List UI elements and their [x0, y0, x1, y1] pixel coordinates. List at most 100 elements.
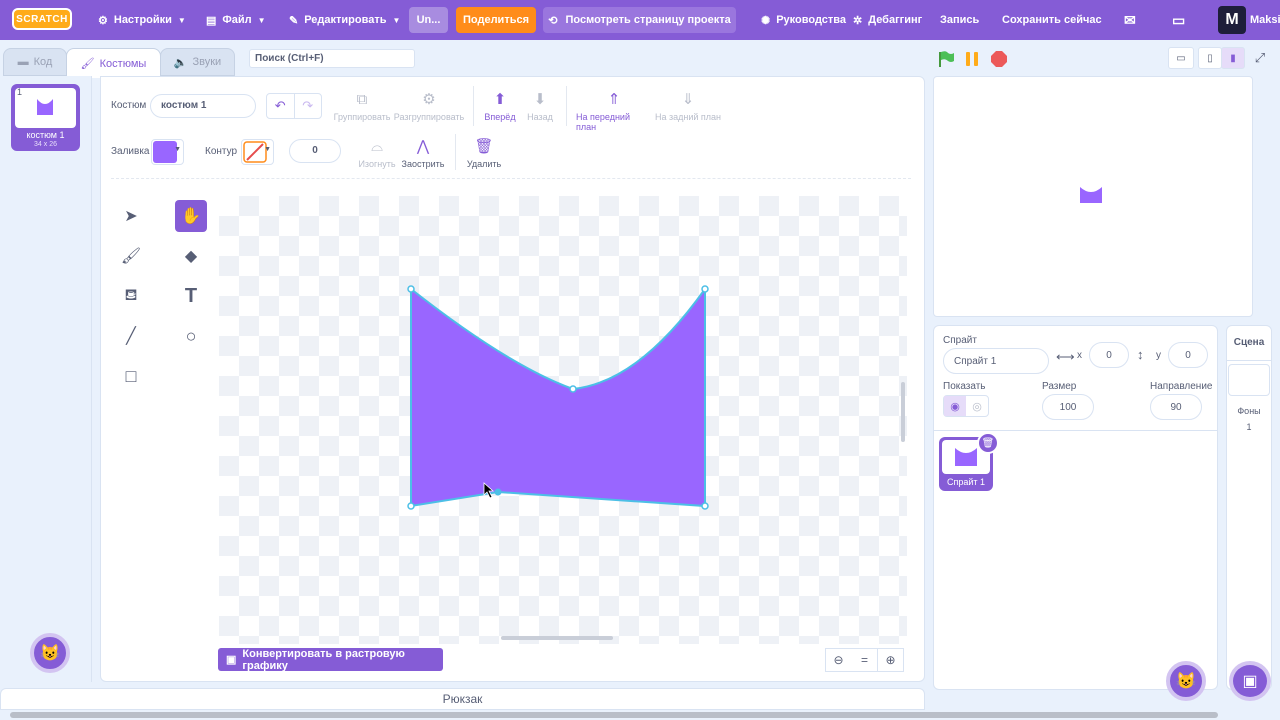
paint-canvas[interactable] — [219, 196, 907, 644]
reshape-icon[interactable]: ✋ — [175, 200, 207, 232]
tab-code[interactable]: ▬ Код — [3, 48, 67, 76]
stage[interactable] — [933, 76, 1253, 317]
save-now-menu[interactable]: Сохранить сейчас — [1002, 0, 1102, 40]
console-icon[interactable]: ▭ — [1168, 47, 1194, 69]
x-input[interactable]: 0 — [1089, 342, 1129, 368]
avatar[interactable]: M — [1218, 6, 1246, 34]
edit-menu[interactable]: ✎ Редактировать ▼ — [289, 0, 400, 40]
record-menu[interactable]: Запись — [940, 0, 979, 40]
scratch-logo[interactable]: SCRATCH — [12, 8, 72, 30]
lightbulb-icon: ✺ — [761, 14, 771, 27]
group-icon: ⧉ — [356, 91, 368, 108]
tab-sounds[interactable]: 🔈 Звуки — [160, 48, 235, 76]
curved-icon: ⌓ — [371, 138, 383, 155]
choose-sprite-button[interactable]: 😺 — [1166, 661, 1206, 701]
search-input[interactable]: Поиск (Ctrl+F) — [249, 49, 415, 68]
delete-label: Удалить — [466, 159, 502, 169]
eraser-icon[interactable]: ◆ — [175, 240, 207, 272]
anchor-point[interactable] — [701, 502, 709, 510]
group-button[interactable]: ⧉ Группировать — [334, 91, 391, 123]
brush-icon[interactable]: 🖌 — [115, 240, 147, 272]
divider — [1227, 360, 1271, 361]
divider — [934, 430, 1217, 431]
line-tool-icon[interactable]: ╱ — [115, 320, 147, 352]
fill-label: Заливка — [111, 146, 150, 157]
green-flag-icon[interactable] — [936, 49, 956, 69]
anchor-point[interactable] — [407, 285, 415, 293]
backdrop-thumbnail[interactable] — [1228, 364, 1270, 396]
tutorials-menu[interactable]: ✺ Руководства — [761, 0, 846, 40]
text-tool-icon[interactable]: T — [175, 280, 207, 312]
project-title-input[interactable]: Un... — [409, 7, 448, 33]
stop-icon[interactable] — [989, 49, 1009, 69]
fill-bucket-icon[interactable]: ⛾ — [115, 280, 147, 312]
front-button[interactable]: ⇑ На передний план — [576, 92, 652, 133]
small-stage-icon[interactable]: ▯ — [1198, 47, 1222, 69]
large-stage-icon[interactable]: ▮ — [1221, 47, 1245, 69]
file-label: Файл — [222, 14, 252, 26]
redo-icon[interactable]: ↷ — [293, 94, 322, 118]
brush-icon: 🖌 — [80, 58, 95, 70]
username[interactable]: Maksi — [1250, 0, 1280, 40]
select-arrow-icon[interactable]: ➤ — [115, 200, 147, 232]
see-project-page-label: Посмотреть страницу проекта — [565, 14, 731, 26]
settings-menu[interactable]: ⚙ Настройки ▼ — [98, 0, 186, 40]
zoom-reset-icon[interactable]: = — [851, 648, 878, 672]
share-button[interactable]: Поделиться — [456, 7, 536, 33]
curved-label: Изогнуть — [358, 159, 396, 169]
delete-sprite-trash-icon[interactable]: 🗑 — [977, 432, 999, 454]
anchor-point-selected[interactable] — [494, 488, 502, 496]
outline-width-input[interactable]: 0 — [289, 139, 341, 163]
costume-name: костюм 1 — [26, 130, 65, 140]
costume-shape[interactable] — [219, 196, 907, 644]
stage-pane-title: Сцена — [1233, 337, 1265, 348]
backpack[interactable]: Рюкзак — [0, 688, 925, 710]
backdrops-count: 1 — [1246, 422, 1252, 432]
curved-button[interactable]: ⌓ Изогнуть — [358, 138, 396, 170]
my-stuff-folder-icon[interactable]: ▭ — [1172, 0, 1185, 40]
eye-hidden-icon[interactable]: ◎ — [966, 396, 988, 416]
anchor-point[interactable] — [701, 285, 709, 293]
page-horizontal-scrollbar[interactable] — [10, 712, 1218, 718]
vertical-scrollbar[interactable] — [901, 382, 905, 442]
pointed-button[interactable]: ⋀ Заострить — [401, 139, 445, 170]
tutorials-label: Руководства — [776, 14, 847, 26]
back-button[interactable]: ⇓ На задний план — [655, 92, 721, 123]
zoom-out-icon[interactable]: ⊖ — [825, 648, 852, 672]
horizontal-scrollbar[interactable] — [501, 636, 613, 640]
file-icon: ▤ — [206, 14, 217, 27]
backward-button[interactable]: ⬇ Назад — [524, 92, 556, 123]
costume-name-input[interactable]: костюм 1 — [150, 94, 256, 118]
forward-button[interactable]: ⬆ Вперёд — [482, 91, 518, 123]
see-project-page-button[interactable]: ⟲ Посмотреть страницу проекта — [543, 7, 736, 33]
size-input[interactable]: 100 — [1042, 394, 1094, 420]
sprite-on-stage[interactable] — [1079, 185, 1103, 205]
sprite-name-input[interactable]: Спрайт 1 — [943, 348, 1049, 374]
choose-costume-button[interactable]: 😺 — [30, 633, 70, 673]
y-input[interactable]: 0 — [1168, 342, 1208, 368]
settings-label: Настройки — [113, 14, 172, 26]
undo-icon[interactable]: ↶ — [267, 94, 294, 118]
pause-icon[interactable] — [962, 49, 982, 69]
eye-icon[interactable]: ◉ — [944, 396, 966, 416]
anchor-point[interactable] — [569, 385, 577, 393]
circle-tool-icon[interactable]: ○ — [175, 320, 207, 352]
fill-color-picker[interactable]: ▼ — [151, 139, 184, 165]
direction-input[interactable]: 90 — [1150, 394, 1202, 420]
debugging-menu[interactable]: ✲ Дебаггинг — [853, 0, 922, 40]
delete-button[interactable]: 🗑 Удалить — [466, 139, 502, 170]
zoom-in-icon[interactable]: ⊕ — [877, 648, 904, 672]
file-menu[interactable]: ▤ Файл ▼ — [206, 0, 266, 40]
ungroup-button[interactable]: ⚙ Разгруппировать — [393, 92, 465, 123]
tab-costumes[interactable]: 🖌 Костюмы — [66, 48, 161, 78]
anchor-point[interactable] — [407, 502, 415, 510]
fullscreen-icon[interactable]: ⤢ — [1248, 47, 1272, 69]
messages-icon[interactable]: ✉ — [1124, 0, 1136, 40]
outline-color-picker[interactable]: ▼ — [241, 139, 274, 165]
choose-backdrop-button[interactable]: ▣ — [1229, 661, 1271, 701]
size-label: Размер — [1042, 381, 1077, 392]
convert-to-bitmap-button[interactable]: ▣ Конвертировать в растровую графику — [218, 648, 443, 672]
forward-icon: ⬆ — [493, 91, 507, 108]
costume-tile[interactable]: 1 костюм 1 34 x 26 — [11, 84, 80, 151]
rectangle-tool-icon[interactable]: □ — [115, 360, 147, 392]
